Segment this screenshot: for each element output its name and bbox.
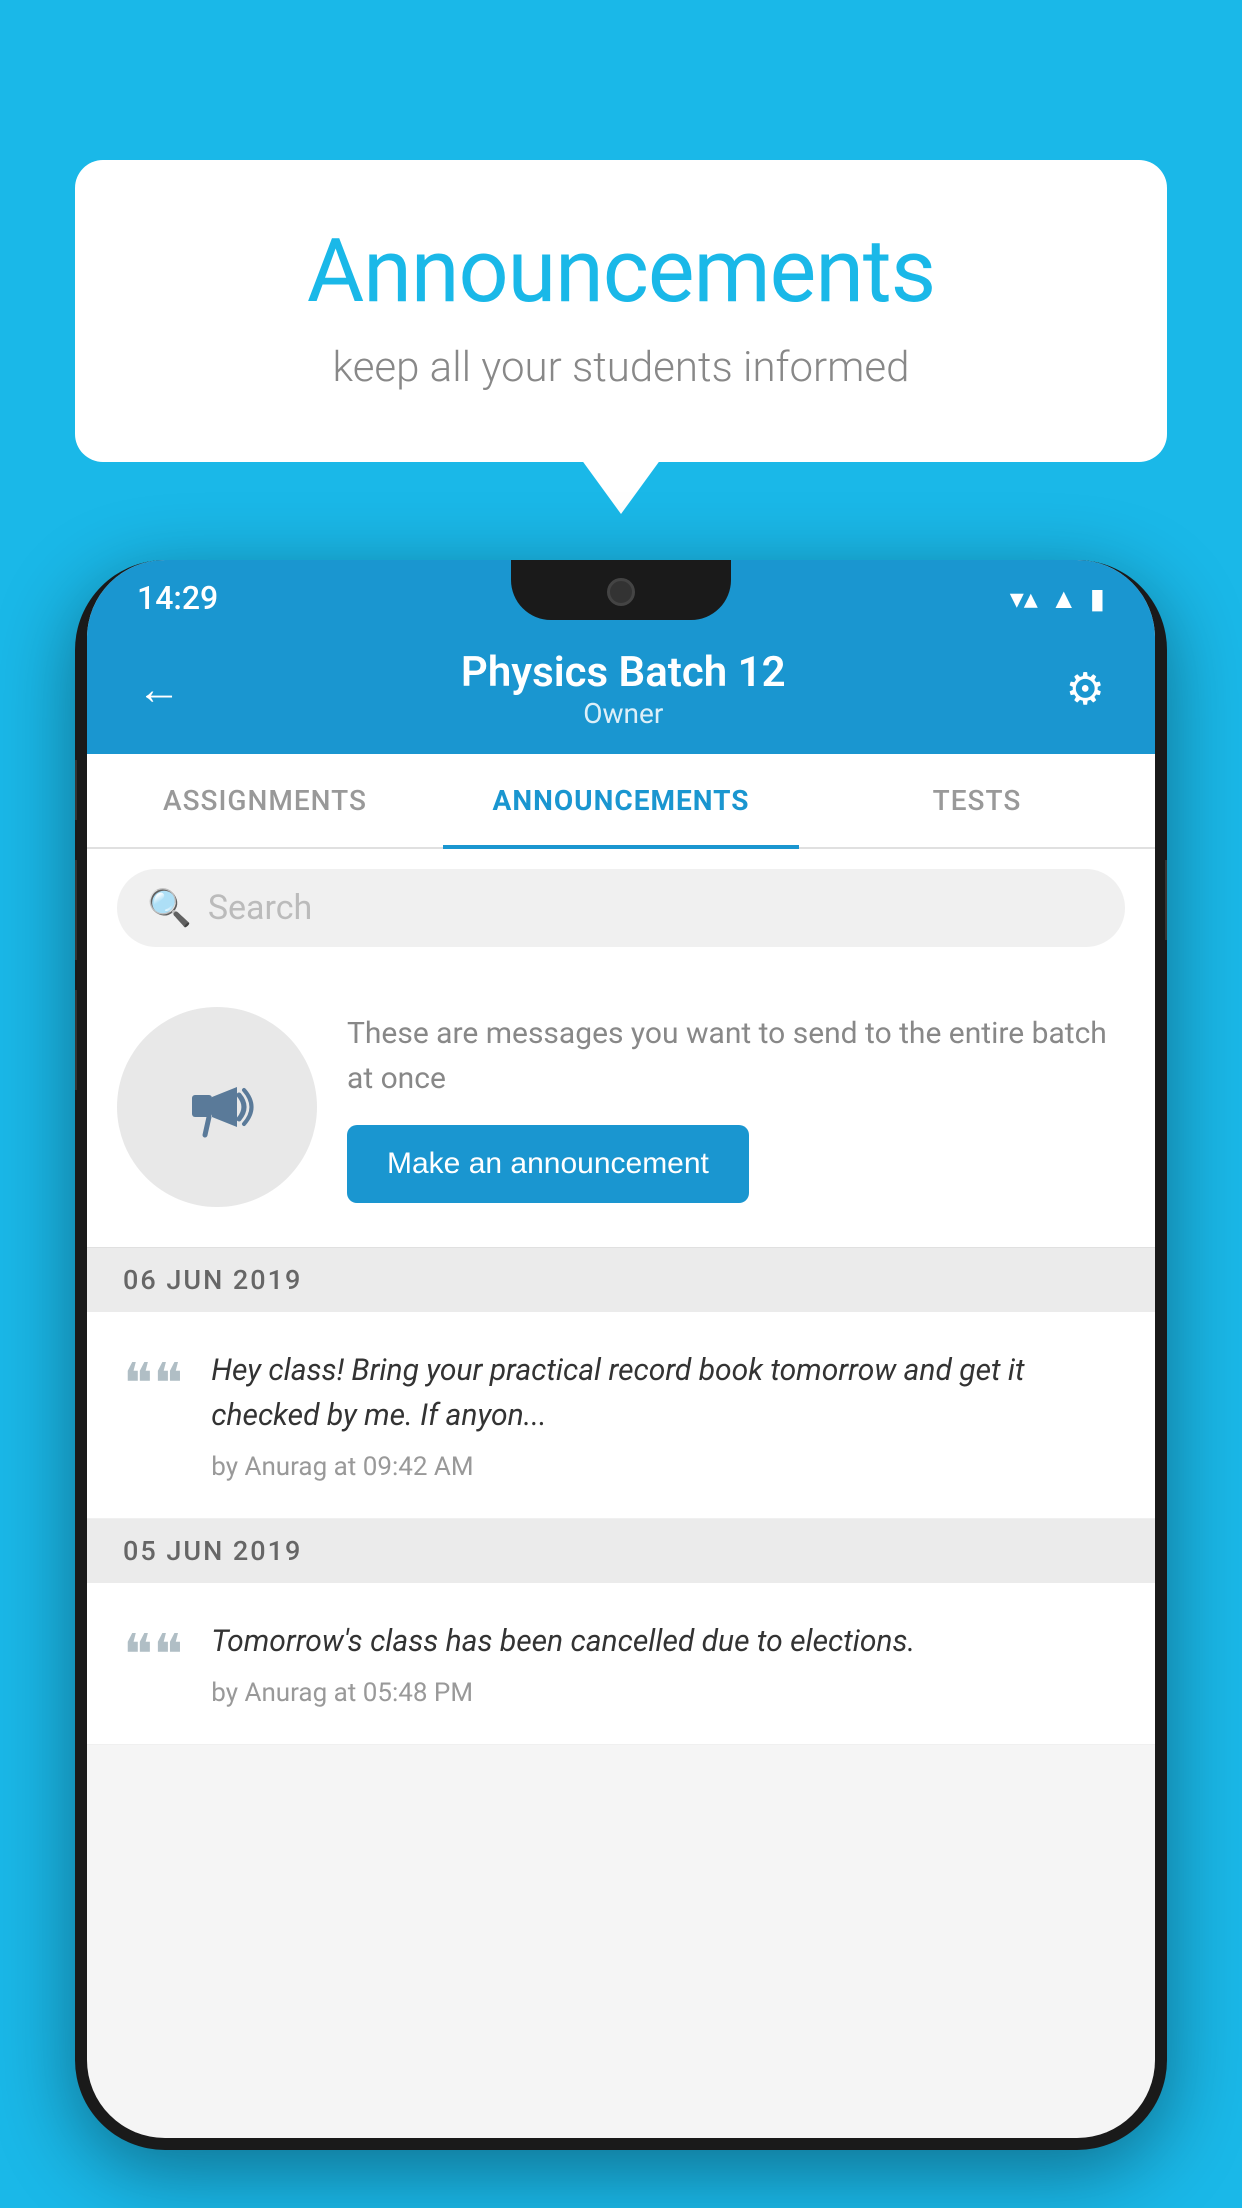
tab-tests[interactable]: TESTS xyxy=(799,754,1155,847)
promo-right: These are messages you want to send to t… xyxy=(347,1011,1125,1203)
phone-wrapper: 14:29 ▾▴ ▲ ▮ ← Physics Batch 12 Owner ⚙ … xyxy=(75,560,1167,2208)
make-announcement-button[interactable]: Make an announcement xyxy=(347,1125,749,1203)
announcement-item-2[interactable]: ❝❝ Tomorrow's class has been cancelled d… xyxy=(87,1583,1155,1745)
search-icon: 🔍 xyxy=(147,887,192,929)
app-header: ← Physics Batch 12 Owner ⚙ xyxy=(87,628,1155,754)
tab-announcements[interactable]: ANNOUNCEMENTS xyxy=(443,754,799,847)
status-icons: ▾▴ ▲ ▮ xyxy=(1010,582,1105,615)
wifi-icon: ▾▴ xyxy=(1010,582,1038,615)
announcement-meta-2: by Anurag at 05:48 PM xyxy=(211,1678,1119,1708)
announcement-content-2: Tomorrow's class has been cancelled due … xyxy=(211,1619,1119,1708)
header-title: Physics Batch 12 xyxy=(181,648,1066,697)
volume-mute-button xyxy=(75,990,77,1090)
speech-bubble-container: Announcements keep all your students inf… xyxy=(75,160,1167,462)
date-divider-2: 05 JUN 2019 xyxy=(87,1519,1155,1583)
bubble-title: Announcements xyxy=(155,220,1087,323)
search-container: 🔍 Search xyxy=(87,849,1155,967)
battery-icon: ▮ xyxy=(1090,582,1105,615)
announcement-item-1[interactable]: ❝❝ Hey class! Bring your practical recor… xyxy=(87,1312,1155,1519)
phone-frame: 14:29 ▾▴ ▲ ▮ ← Physics Batch 12 Owner ⚙ … xyxy=(75,560,1167,2150)
megaphone-icon xyxy=(167,1057,267,1157)
volume-down-button xyxy=(75,860,77,960)
status-time: 14:29 xyxy=(137,579,218,617)
speech-bubble: Announcements keep all your students inf… xyxy=(75,160,1167,462)
header-center: Physics Batch 12 Owner xyxy=(181,648,1066,730)
bubble-subtitle: keep all your students informed xyxy=(155,343,1087,392)
date-divider-1: 06 JUN 2019 xyxy=(87,1248,1155,1312)
power-button xyxy=(1165,860,1167,940)
tab-assignments[interactable]: ASSIGNMENTS xyxy=(87,754,443,847)
signal-icon: ▲ xyxy=(1050,582,1078,615)
search-input[interactable]: Search xyxy=(208,888,312,928)
volume-up-button xyxy=(75,760,77,820)
back-button[interactable]: ← xyxy=(137,663,181,715)
announcement-promo: These are messages you want to send to t… xyxy=(87,967,1155,1248)
search-bar[interactable]: 🔍 Search xyxy=(117,869,1125,947)
header-subtitle: Owner xyxy=(181,697,1066,730)
announcement-meta-1: by Anurag at 09:42 AM xyxy=(211,1452,1119,1482)
quote-icon-1: ❝❝ xyxy=(123,1356,183,1412)
settings-icon[interactable]: ⚙ xyxy=(1066,663,1105,715)
promo-icon-circle xyxy=(117,1007,317,1207)
front-camera xyxy=(607,578,635,606)
promo-description: These are messages you want to send to t… xyxy=(347,1011,1125,1101)
phone-screen: 14:29 ▾▴ ▲ ▮ ← Physics Batch 12 Owner ⚙ … xyxy=(87,560,1155,2138)
announcement-text-2: Tomorrow's class has been cancelled due … xyxy=(211,1619,1119,1664)
announcement-text-1: Hey class! Bring your practical record b… xyxy=(211,1348,1119,1438)
quote-icon-2: ❝❝ xyxy=(123,1627,183,1683)
tabs-bar: ASSIGNMENTS ANNOUNCEMENTS TESTS xyxy=(87,754,1155,849)
announcement-content-1: Hey class! Bring your practical record b… xyxy=(211,1348,1119,1482)
phone-notch xyxy=(511,560,731,620)
